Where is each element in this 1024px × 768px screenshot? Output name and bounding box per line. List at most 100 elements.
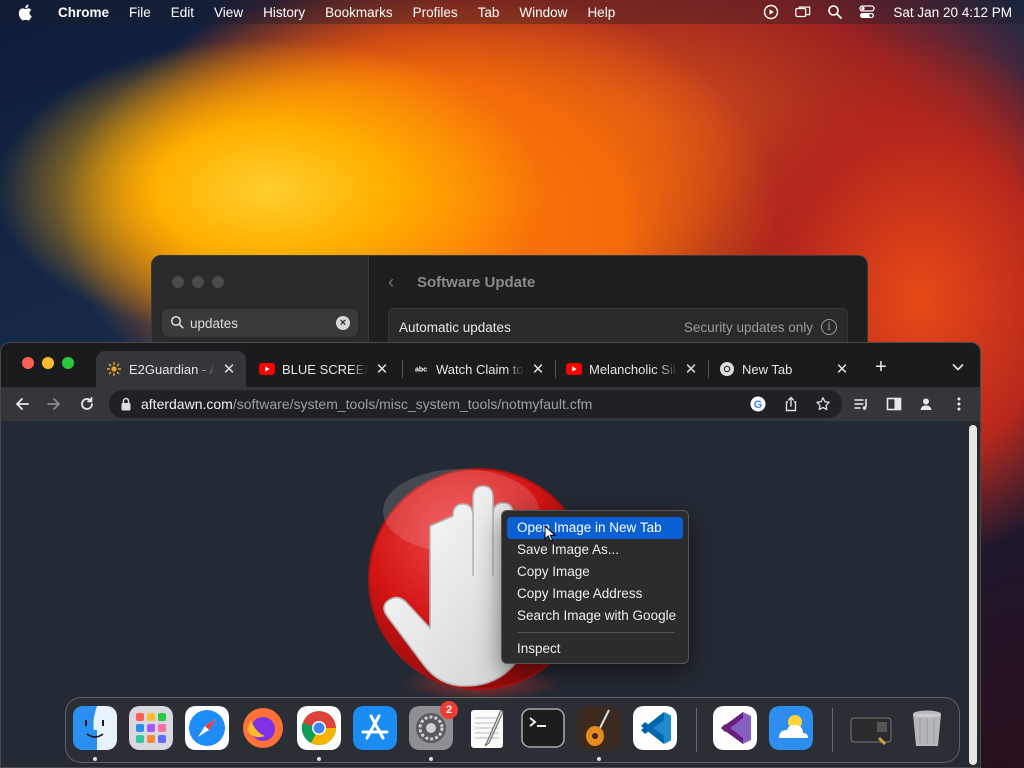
close-tab-icon[interactable]: ✕	[375, 360, 389, 378]
svg-text:abc: abc	[415, 367, 427, 374]
menu-bookmarks[interactable]: Bookmarks	[325, 5, 393, 20]
close-tab-icon[interactable]: ✕	[531, 360, 545, 378]
reload-icon[interactable]	[78, 395, 96, 413]
settings-pane-title: Software Update	[417, 274, 536, 291]
settings-search-field[interactable]: updates ×	[162, 309, 358, 337]
minimize-window-button[interactable]	[42, 357, 54, 369]
tab-blue-screen[interactable]: BLUE SCREEN O ✕	[249, 351, 399, 387]
app-store-icon[interactable]	[353, 706, 397, 750]
google-chrome-icon[interactable]	[297, 706, 341, 750]
running-indicator	[429, 757, 433, 761]
lock-icon[interactable]	[120, 397, 132, 411]
running-indicator	[317, 757, 321, 761]
menu-help[interactable]: Help	[587, 5, 615, 20]
apple-menu-icon[interactable]	[18, 4, 34, 21]
youtube-icon	[259, 361, 275, 377]
menu-item-save-image-as[interactable]: Save Image As...	[507, 539, 683, 561]
tab-new-tab[interactable]: New Tab ✕	[709, 351, 859, 387]
spotlight-search-icon[interactable]	[827, 4, 843, 20]
e2guardian-icon	[106, 361, 122, 377]
image-context-menu: Open Image in New Tab Save Image As... C…	[501, 510, 689, 664]
tab-title: Watch Claim to	[436, 361, 524, 377]
automatic-updates-label: Automatic updates	[399, 319, 511, 335]
menu-profiles[interactable]: Profiles	[413, 5, 458, 20]
visual-studio-icon[interactable]	[713, 706, 757, 750]
dock-separator	[832, 708, 833, 752]
side-panel-icon[interactable]	[886, 396, 902, 412]
menu-app-name[interactable]: Chrome	[58, 5, 109, 20]
menu-item-open-image-new-tab[interactable]: Open Image in New Tab	[507, 517, 683, 539]
menu-clock[interactable]: Sat Jan 20 4:12 PM	[893, 5, 1012, 20]
reading-list-icon[interactable]	[853, 396, 869, 412]
tab-melancholic[interactable]: Melancholic Sile ✕	[556, 351, 708, 387]
close-tab-icon[interactable]: ✕	[835, 360, 849, 378]
menu-window[interactable]: Window	[519, 5, 567, 20]
running-indicator	[597, 757, 601, 761]
screenshot-icon[interactable]	[849, 706, 893, 750]
dock	[65, 697, 960, 763]
automatic-updates-row[interactable]: Automatic updates Security updates only …	[388, 308, 848, 346]
bookmark-star-icon[interactable]	[815, 396, 831, 412]
browser-toolbar: afterdawn.com/software/system_tools/misc…	[1, 387, 980, 421]
share-icon[interactable]	[783, 396, 799, 412]
trash-icon[interactable]	[905, 706, 949, 750]
chrome-menu-dots-icon[interactable]	[951, 396, 967, 412]
profile-avatar-icon[interactable]	[918, 396, 934, 412]
finder-icon[interactable]	[73, 706, 117, 750]
info-icon[interactable]: i	[821, 319, 837, 335]
screen-record-icon[interactable]	[763, 4, 779, 20]
minimize-window-button[interactable]	[192, 276, 204, 288]
close-tab-icon[interactable]: ✕	[222, 360, 236, 378]
chrome-icon	[719, 361, 735, 377]
control-center-icon[interactable]	[859, 4, 876, 20]
launchpad-icon[interactable]	[129, 706, 173, 750]
running-indicator	[93, 757, 97, 761]
menu-tab[interactable]: Tab	[478, 5, 500, 20]
address-bar[interactable]: afterdawn.com/software/system_tools/misc…	[109, 390, 842, 418]
zoom-window-button[interactable]	[62, 357, 74, 369]
tab-title: BLUE SCREEN O	[282, 361, 368, 377]
automatic-updates-value: Security updates only	[683, 319, 813, 335]
forward-arrow-icon[interactable]	[45, 395, 63, 413]
settings-search-value[interactable]: updates	[190, 316, 238, 331]
mouse-cursor-icon	[544, 524, 557, 543]
tab-title: E2Guardian - Ac	[129, 361, 215, 377]
notification-badge: 2	[440, 701, 458, 719]
garageband-icon[interactable]	[577, 706, 621, 750]
close-tab-icon[interactable]: ✕	[684, 360, 698, 378]
back-arrow-icon[interactable]	[13, 395, 31, 413]
menu-view[interactable]: View	[214, 5, 243, 20]
url-path: /software/system_tools/misc_system_tools…	[232, 396, 593, 412]
menu-item-search-image-google[interactable]: Search Image with Google	[507, 605, 683, 627]
dock-separator	[696, 708, 697, 752]
tab-search-chevron-icon[interactable]	[950, 359, 966, 375]
menu-file[interactable]: File	[129, 5, 151, 20]
vertical-scrollbar[interactable]	[966, 421, 980, 767]
tab-watch-claim[interactable]: abc Watch Claim to ✕	[403, 351, 555, 387]
clear-search-icon[interactable]: ×	[336, 316, 350, 330]
weather-icon[interactable]	[769, 706, 813, 750]
close-window-button[interactable]	[22, 357, 34, 369]
scrollbar-thumb[interactable]	[969, 425, 977, 765]
menu-edit[interactable]: Edit	[171, 5, 194, 20]
menu-history[interactable]: History	[263, 5, 305, 20]
abc-icon: abc	[413, 361, 429, 377]
screen-mirroring-icon[interactable]	[795, 4, 811, 20]
menu-item-copy-image[interactable]: Copy Image	[507, 561, 683, 583]
textedit-icon[interactable]	[465, 706, 509, 750]
tab-title: New Tab	[742, 361, 793, 377]
menu-item-copy-image-address[interactable]: Copy Image Address	[507, 583, 683, 605]
tab-strip: E2Guardian - Ac ✕ BLUE SCREEN O ✕ abc Wa…	[1, 343, 980, 387]
tab-e2guardian[interactable]: E2Guardian - Ac ✕	[96, 351, 246, 387]
back-chevron-icon[interactable]: ‹	[388, 272, 394, 293]
firefox-icon[interactable]	[241, 706, 285, 750]
google-lens-icon[interactable]: G	[750, 396, 766, 412]
close-window-button[interactable]	[172, 276, 184, 288]
menu-item-inspect[interactable]: Inspect	[507, 638, 683, 660]
zoom-window-button[interactable]	[212, 276, 224, 288]
safari-icon[interactable]	[185, 706, 229, 750]
visual-studio-code-icon[interactable]	[633, 706, 677, 750]
new-tab-plus-icon[interactable]: +	[872, 357, 890, 377]
terminal-icon[interactable]	[521, 706, 565, 750]
menu-bar: Chrome File Edit View History Bookmarks …	[0, 0, 1024, 24]
